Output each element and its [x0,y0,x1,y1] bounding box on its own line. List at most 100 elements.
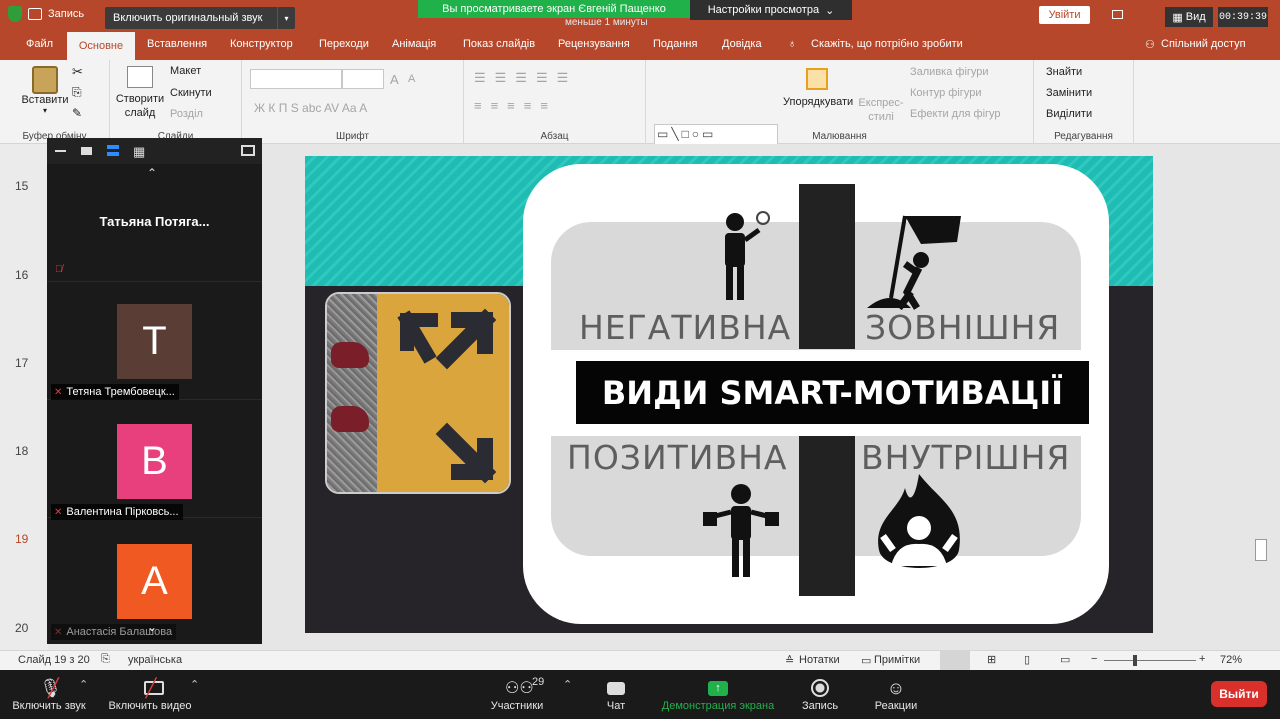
chevron-up-icon[interactable]: ⌃ [563,678,572,691]
slide-number[interactable]: 17 [15,356,28,370]
slide-number[interactable]: 15 [15,179,28,193]
menu-review[interactable]: Рецензування [558,38,630,50]
zoom-in-icon[interactable]: + [1199,653,1205,665]
leave-button[interactable]: Выйти [1211,681,1267,707]
font-size-up-button[interactable]: A [390,72,399,87]
slide-number[interactable]: 18 [15,444,28,458]
security-shield-icon[interactable] [8,6,22,22]
copy-icon[interactable]: ⎘ [72,85,82,100]
ribbon-display-icon[interactable] [1112,10,1123,19]
strip-view-icon[interactable] [107,145,119,156]
menu-design[interactable]: Конструктор [230,38,293,50]
participant-name-large: Татьяна Потяга... [99,214,210,229]
scrollbar-thumb[interactable] [1255,539,1267,561]
reading-view-icon[interactable]: ▯ [1024,653,1030,666]
record-button[interactable]: Запись [794,676,846,712]
layout-button[interactable]: Макет [170,65,201,77]
grid-view-icon[interactable]: ▦ [133,144,145,160]
participant-tile[interactable]: B ✕ Валентина Пірковсь... [47,400,262,520]
record-icon [794,676,846,700]
shape-fill-button[interactable]: Заливка фігури [910,66,989,78]
slide-sorter-icon[interactable]: ⊞ [987,653,996,666]
slide-number-active[interactable]: 19 [15,532,28,546]
chevron-up-icon[interactable]: ⌃ [147,166,157,180]
font-size-input[interactable] [342,69,384,89]
paragraph-group: ☰☰☰☰☰ ≡≡≡≡≡ Абзац [464,60,646,144]
notes-button[interactable]: Нотатки [799,654,840,666]
save-icon[interactable] [28,8,42,20]
shape-outline-button[interactable]: Контур фігури [910,87,981,99]
menu-slideshow[interactable]: Показ слайдів [463,38,535,50]
share-button[interactable]: Спільний доступ [1161,38,1246,50]
single-view-icon[interactable] [81,147,92,155]
list-buttons[interactable]: ☰☰☰☰☰ [474,70,577,86]
slide-number[interactable]: 16 [15,268,28,282]
reactions-button[interactable]: ☺ Реакции [866,676,926,713]
slideshow-icon[interactable]: ▭ [1060,653,1070,666]
unmute-button[interactable]: 🎙 ╱ Включить звук [8,676,90,713]
replace-button[interactable]: Замінити [1046,87,1092,99]
arrange-button[interactable]: Упорядкувати [783,96,853,108]
chevron-down-icon[interactable]: ▾ [277,7,295,29]
original-sound-label: Включить оригинальный звук [113,12,263,24]
reset-button[interactable]: Скинути [170,87,212,99]
menu-transitions[interactable]: Переходи [319,38,369,50]
font-group-label: Шрифт [336,131,369,142]
find-button[interactable]: Знайти [1046,66,1082,78]
format-painter-icon[interactable]: ✎ [72,106,82,120]
font-format-buttons[interactable]: Ж К П Ѕ abc AV Aa A [254,101,367,115]
tell-me-search[interactable]: Скажіть, що потрібно зробити [811,38,963,50]
comments-button[interactable]: Примітки [874,654,920,666]
spellcheck-icon[interactable]: ⎘ [101,653,110,666]
chevron-down-icon[interactable]: ⌄ [147,620,157,634]
chevron-down-icon: ⌄ [825,4,835,17]
select-button[interactable]: Виділити [1046,108,1092,120]
participant-tile[interactable]: A ✕ Анастасія Балашова ⌄ [47,520,262,644]
paste-label: Вставити [21,94,69,106]
menu-file[interactable]: Файл [26,38,53,50]
menu-insert[interactable]: Вставлення [147,38,207,50]
menu-view[interactable]: Подання [653,38,697,50]
paste-button[interactable]: Вставити ▾ [20,66,70,115]
participant-tile[interactable]: Татьяна Потяга... 🎙̸ [47,186,262,282]
zoom-meeting-toolbar: 🎙 ╱ Включить звук ⌃ ╱ Включить видео ⌃ ⚇⚇… [0,670,1280,719]
minimize-icon[interactable] [55,150,66,152]
comments-icon: ▭ [861,655,872,667]
zoom-out-icon[interactable]: − [1091,653,1097,665]
font-size-down-button[interactable]: A [408,73,415,85]
paragraph-group-label: Абзац [540,131,569,142]
slide-number[interactable]: 20 [15,621,28,635]
menu-home[interactable]: Основне [67,32,135,60]
slide-canvas[interactable]: НЕГАТИВНА ЗОВНІШНЯ ПОЗИТИВНА ВНУТРІШНЯ В… [305,156,1153,633]
vertical-scrollbar[interactable] [1252,144,1268,594]
language-indicator[interactable]: українська [128,654,182,666]
chevron-up-icon[interactable]: ⌃ [79,678,88,691]
view-button[interactable]: ▦ Вид [1165,7,1213,27]
menu-animations[interactable]: Анімація [392,38,436,50]
slide-thumbnails[interactable]: 15 16 17 18 19 20 [0,144,48,650]
share-screen-button[interactable]: ↑ Демонстрация экрана [654,676,782,712]
view-options-button[interactable]: Настройки просмотра ⌄ [690,0,852,20]
cut-icon[interactable]: ✂ [72,64,83,80]
chat-button[interactable]: Чат [596,676,636,712]
zoom-level[interactable]: 72% [1220,654,1242,666]
menu-help[interactable]: Довідка [722,38,762,50]
expand-icon[interactable] [241,145,255,156]
chevron-up-icon[interactable]: ⌃ [190,678,199,691]
avatar: A [117,544,192,619]
new-slide-button[interactable]: Створити слайд [114,66,166,120]
signin-button[interactable]: Увійти [1039,6,1090,24]
font-name-input[interactable] [250,69,342,89]
participant-tile[interactable]: T ✕ Тетяна Трембовецк... [47,282,262,400]
quick-styles-button[interactable]: Експрес-стилі [856,96,906,124]
fire-strong-man-icon [878,474,960,568]
section-button[interactable]: Розділ [170,108,203,120]
menu-bar: Файл Основне Вставлення Конструктор Пере… [0,32,1280,60]
zoom-slider-thumb[interactable] [1133,655,1137,666]
original-sound-button[interactable]: Включить оригинальный звук ▾ [105,7,295,29]
shape-effects-button[interactable]: Ефекти для фігур [910,108,1001,120]
zoom-slider[interactable] [1104,660,1196,661]
start-video-button[interactable]: ╱ Включить видео [104,676,196,713]
align-buttons[interactable]: ≡≡≡≡≡ [474,98,557,113]
normal-view-button[interactable] [940,651,970,670]
